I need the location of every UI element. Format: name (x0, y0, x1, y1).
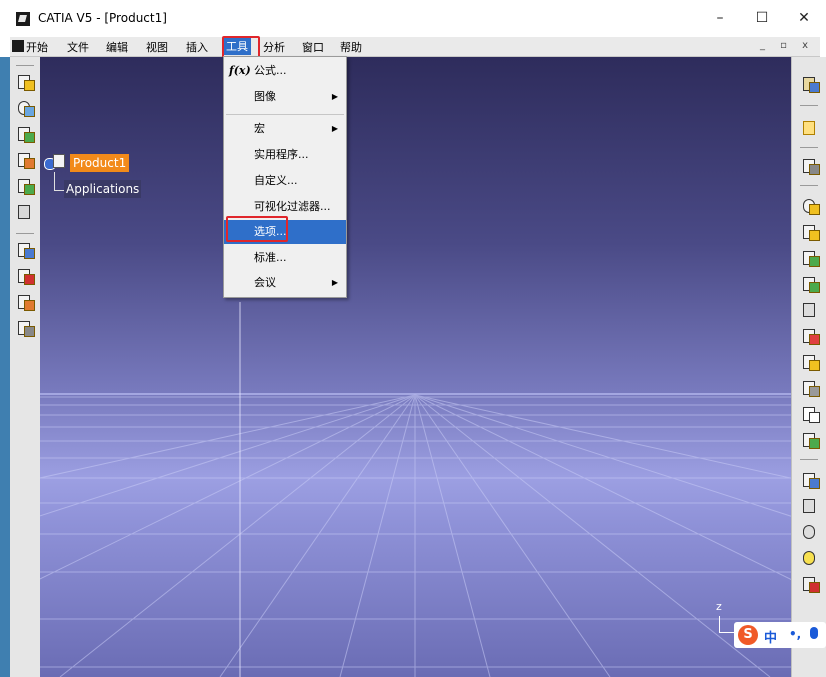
menu-item-label: 会议 (254, 276, 276, 289)
toolbar-separator (16, 233, 34, 234)
flexible-sub-assembly-icon[interactable] (801, 431, 820, 449)
light-bulb-icon[interactable] (801, 549, 819, 567)
toolbar-separator (800, 459, 818, 460)
menu-item-label: 公式... (254, 64, 287, 77)
mdi-window-controls[interactable]: _ ▫ x (760, 40, 814, 51)
menu-item-label: 图像 (254, 90, 276, 103)
bill-of-material-icon[interactable] (801, 353, 820, 371)
menu-item-label: 宏 (254, 122, 265, 135)
tree-connector (54, 172, 55, 190)
axis-z-line (719, 616, 720, 632)
toolbar-separator (800, 147, 818, 148)
menu-item-label: 标准... (254, 251, 287, 264)
constraint-gear-icon[interactable] (801, 197, 820, 215)
menu-bar: 开始 文件 编辑 视图 插入 工具 分析 窗口 帮助 _ ▫ x (10, 37, 820, 57)
left-toolbar (10, 57, 41, 677)
insert-component-icon[interactable] (16, 125, 35, 143)
menu-window[interactable]: 窗口 (302, 39, 324, 55)
product-structure-icon[interactable] (16, 73, 35, 91)
view-eye-icon[interactable] (801, 523, 819, 541)
measure-icon[interactable] (801, 471, 820, 489)
menu-item-label: 实用程序... (254, 148, 309, 161)
ground-grid (40, 302, 791, 677)
axis-x-line (719, 632, 735, 633)
catia-logo-icon (16, 12, 30, 26)
snap-icon[interactable] (801, 249, 820, 267)
start-menu-icon (12, 40, 24, 52)
tree-node-applications[interactable]: Applications (64, 180, 142, 198)
tree-connector (54, 190, 64, 191)
annotation-text-icon[interactable] (801, 405, 820, 423)
menu-separator (226, 114, 344, 115)
workbench-icon[interactable] (801, 75, 820, 93)
toolbar-separator (16, 65, 34, 66)
tree-node-product1[interactable]: Product1 (70, 154, 130, 172)
replace-component-icon[interactable] (16, 267, 35, 285)
close-button[interactable]: ✕ (786, 6, 822, 30)
stop-manipulate-icon[interactable] (801, 301, 819, 319)
toolbar-separator (800, 185, 818, 186)
left-edge-strip (0, 57, 10, 677)
minimize-button[interactable]: – (702, 6, 738, 30)
menu-item-macro[interactable]: 宏 ▶ (224, 117, 346, 141)
submenu-arrow-icon: ▶ (331, 92, 338, 101)
axis-z-label: z (716, 600, 722, 613)
graph-tree-icon[interactable] (16, 203, 34, 221)
menu-edit[interactable]: 编辑 (106, 39, 128, 55)
tree-reorder-icon[interactable] (16, 241, 35, 259)
menu-view[interactable]: 视图 (146, 39, 168, 55)
title-bar: CATIA V5 - [Product1] – ☐ ✕ (0, 0, 826, 36)
maximize-button[interactable]: ☐ (744, 6, 780, 30)
update-icon[interactable] (801, 327, 820, 345)
catalog-icon[interactable] (16, 99, 35, 117)
ime-punctuation[interactable]: •, (789, 627, 801, 641)
formula-icon: f(x) (229, 64, 251, 77)
selective-load-icon[interactable] (16, 319, 35, 337)
menu-item-customize[interactable]: 自定义... (224, 169, 346, 193)
menu-item-label: 自定义... (254, 174, 298, 187)
product-icon[interactable] (44, 154, 65, 172)
menu-file[interactable]: 文件 (67, 39, 89, 55)
ime-status-bar[interactable]: S 中 •, (734, 622, 826, 648)
menu-item-image[interactable]: 图像 ▶ (224, 85, 346, 109)
insert-product-icon[interactable] (16, 151, 35, 169)
menu-item-utility[interactable]: 实用程序... (224, 143, 346, 167)
3d-viewport[interactable]: z (40, 57, 791, 677)
toolbar-separator (800, 105, 818, 106)
menu-insert[interactable]: 插入 (186, 39, 208, 55)
ime-language[interactable]: 中 (764, 627, 777, 646)
window-title: CATIA V5 - [Product1] (38, 11, 167, 25)
sectioning-icon[interactable] (801, 497, 819, 515)
menu-item-formula[interactable]: f(x) 公式... (224, 59, 346, 83)
sogou-logo-icon: S (738, 625, 758, 645)
existing-component-icon[interactable] (16, 177, 35, 195)
menu-item-standards[interactable]: 标准... (224, 246, 346, 270)
menu-help[interactable]: 帮助 (340, 39, 362, 55)
select-mode-icon[interactable] (801, 157, 820, 175)
generate-numbering-icon[interactable] (16, 293, 35, 311)
hide-show-icon[interactable] (801, 575, 820, 593)
submenu-arrow-icon: ▶ (331, 278, 338, 287)
right-toolbar (791, 57, 826, 677)
select-arrow-icon[interactable] (801, 119, 819, 137)
tools-dropdown-menu: f(x) 公式... 图像 ▶ 宏 ▶ 实用程序... 自定义... 可视化过滤… (223, 56, 347, 298)
menu-analyze[interactable]: 分析 (263, 39, 285, 55)
microphone-icon[interactable] (810, 627, 818, 639)
explode-icon[interactable] (801, 275, 820, 293)
fix-component-icon[interactable] (801, 379, 820, 397)
menu-start[interactable]: 开始 (26, 39, 48, 55)
menu-item-conference[interactable]: 会议 ▶ (224, 271, 346, 295)
highlight-box-options (226, 216, 288, 242)
manipulation-icon[interactable] (801, 223, 820, 241)
submenu-arrow-icon: ▶ (331, 124, 338, 133)
